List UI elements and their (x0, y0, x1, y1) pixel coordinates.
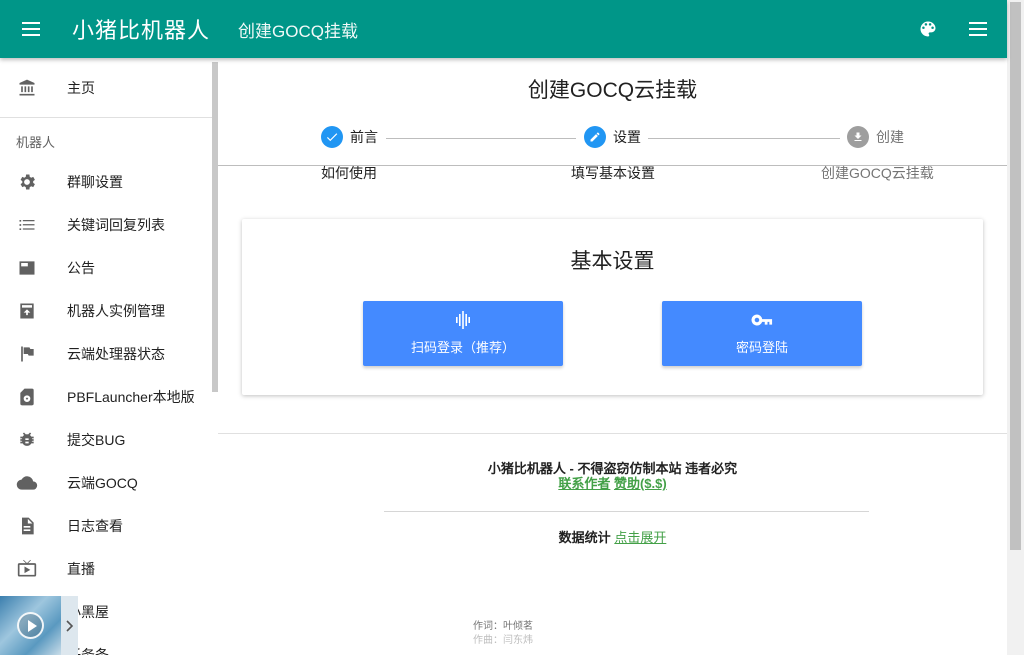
footer-hr (384, 511, 869, 512)
stats-label: 数据统计 (558, 530, 611, 545)
sidebar-item-label: 机器人实例管理 (67, 302, 165, 319)
lyric-line: 作词：叶倾茗 (473, 621, 533, 632)
key-icon (751, 311, 773, 329)
archive-icon (16, 300, 38, 322)
album-cover[interactable] (0, 596, 61, 655)
sidebar-item-label: 云端GOCQ (67, 474, 138, 491)
gear-icon (16, 171, 38, 193)
step-label: 设置 (613, 129, 641, 145)
button-label: 密码登陆 (735, 340, 788, 355)
step-create[interactable]: 创建 (847, 126, 904, 148)
sidebar-item-label: PBFLauncher本地版 (67, 388, 195, 405)
sidebar-item-label: 公告 (67, 259, 95, 276)
flag-icon (16, 343, 38, 365)
sidebar-item-group-settings[interactable]: 群聊设置 (0, 160, 212, 203)
step-connector (386, 138, 576, 139)
basic-settings-card: 基本设置 扫码登录（推荐） 密码登陆 (242, 219, 983, 395)
chevron-right-icon[interactable] (61, 596, 78, 655)
footer-divider (218, 433, 1007, 434)
step-label: 前言 (350, 129, 378, 145)
sponsor-link[interactable]: 赞助($.$) (614, 476, 667, 491)
sidebar-item-label: 直播 (67, 560, 95, 577)
sidebar-item-keyword-replies[interactable]: 关键词回复列表 (0, 203, 212, 246)
step-connector (648, 138, 840, 139)
button-label: 扫码登录（推荐） (410, 340, 515, 355)
play-icon[interactable] (17, 612, 44, 639)
bank-icon (16, 77, 38, 99)
contact-author-link[interactable]: 联系作者 (558, 476, 610, 491)
page-subtitle: 创建GOCQ挂载 (238, 21, 358, 41)
sidebar-item-logs[interactable]: 日志查看 (0, 504, 212, 547)
cloud-icon (16, 472, 38, 494)
app-brand[interactable]: 小猪比机器人 (72, 13, 210, 45)
sidebar-item-label: 提交BUG (67, 431, 126, 448)
sidebar-item-label: 关键词回复列表 (67, 216, 165, 233)
sidebar-item-home[interactable]: 主页 (0, 66, 212, 109)
card-title: 基本设置 (570, 250, 655, 273)
page-title: 创建GOCQ云挂载 (527, 79, 698, 102)
more-menu-icon[interactable] (953, 0, 1003, 58)
tv-icon (16, 558, 38, 580)
palette-icon[interactable] (903, 0, 953, 58)
stats-expand-link[interactable]: 点击展开 (614, 530, 666, 545)
sidebar-item-cloud-gocq[interactable]: 云端GOCQ (0, 461, 212, 504)
sd-card-icon (16, 386, 38, 408)
scan-login-button[interactable]: 扫码登录（推荐） (363, 301, 563, 366)
password-login-button[interactable]: 密码登陆 (662, 301, 862, 366)
sidebar-item-label: 主页 (67, 79, 95, 96)
voice-wave-icon (455, 311, 471, 329)
document-icon (16, 515, 38, 537)
lyric-line: 作曲：闫东炜 (473, 635, 533, 646)
scrollbar-thumb[interactable] (1010, 2, 1021, 550)
bug-icon (16, 429, 38, 451)
sidebar-item-pbflauncher[interactable]: PBFLauncher本地版 (0, 375, 212, 418)
step-sub-create: 创建GOCQ云挂载 (821, 165, 934, 181)
step-settings[interactable]: 设置 (584, 126, 641, 148)
stepper: 创建GOCQ云挂载 前言 设置 创建 如何使用 填写基本设置 创建GOCQ云挂载 (218, 58, 1007, 181)
step-sub-intro: 如何使用 (321, 165, 377, 181)
menu-icon[interactable] (0, 0, 62, 58)
music-player[interactable] (0, 596, 78, 655)
main-content: 创建GOCQ云挂载 前言 设置 创建 如何使用 填写基本设置 创建GOCQ云挂载 (218, 58, 1007, 655)
check-icon (321, 126, 343, 148)
announcement-icon (16, 257, 38, 279)
app-bar: 小猪比机器人 创建GOCQ挂载 (0, 0, 1007, 58)
sidebar-item-label: 日志查看 (67, 517, 123, 534)
page-scrollbar[interactable] (1007, 0, 1024, 655)
list-icon (16, 214, 38, 236)
footer-links: 联系作者 赞助($.$) (218, 473, 1007, 492)
sidebar-item-label: 群聊设置 (67, 173, 123, 190)
sidebar-item-processor-status[interactable]: 云端处理器状态 (0, 332, 212, 375)
lyrics: 作词：叶倾茗 作曲：闫东炜 (473, 620, 533, 648)
sidebar: 主页 机器人 群聊设置 关键词回复列表 公告 机器人实例管理 云端处理器状态 P… (0, 58, 218, 655)
sidebar-section-label: 机器人 (16, 135, 56, 150)
sidebar-item-label: 云端处理器状态 (67, 345, 165, 362)
sidebar-item-instances[interactable]: 机器人实例管理 (0, 289, 212, 332)
sidebar-item-announcement[interactable]: 公告 (0, 246, 212, 289)
sidebar-item-report-bug[interactable]: 提交BUG (0, 418, 212, 461)
step-label: 创建 (876, 129, 904, 145)
step-intro[interactable]: 前言 (321, 126, 378, 148)
step-sub-settings: 填写基本设置 (571, 165, 655, 181)
pencil-icon (584, 126, 606, 148)
sidebar-item-live[interactable]: 直播 (0, 547, 212, 590)
stats-row: 数据统计 点击展开 (218, 527, 1007, 546)
download-icon (847, 126, 869, 148)
